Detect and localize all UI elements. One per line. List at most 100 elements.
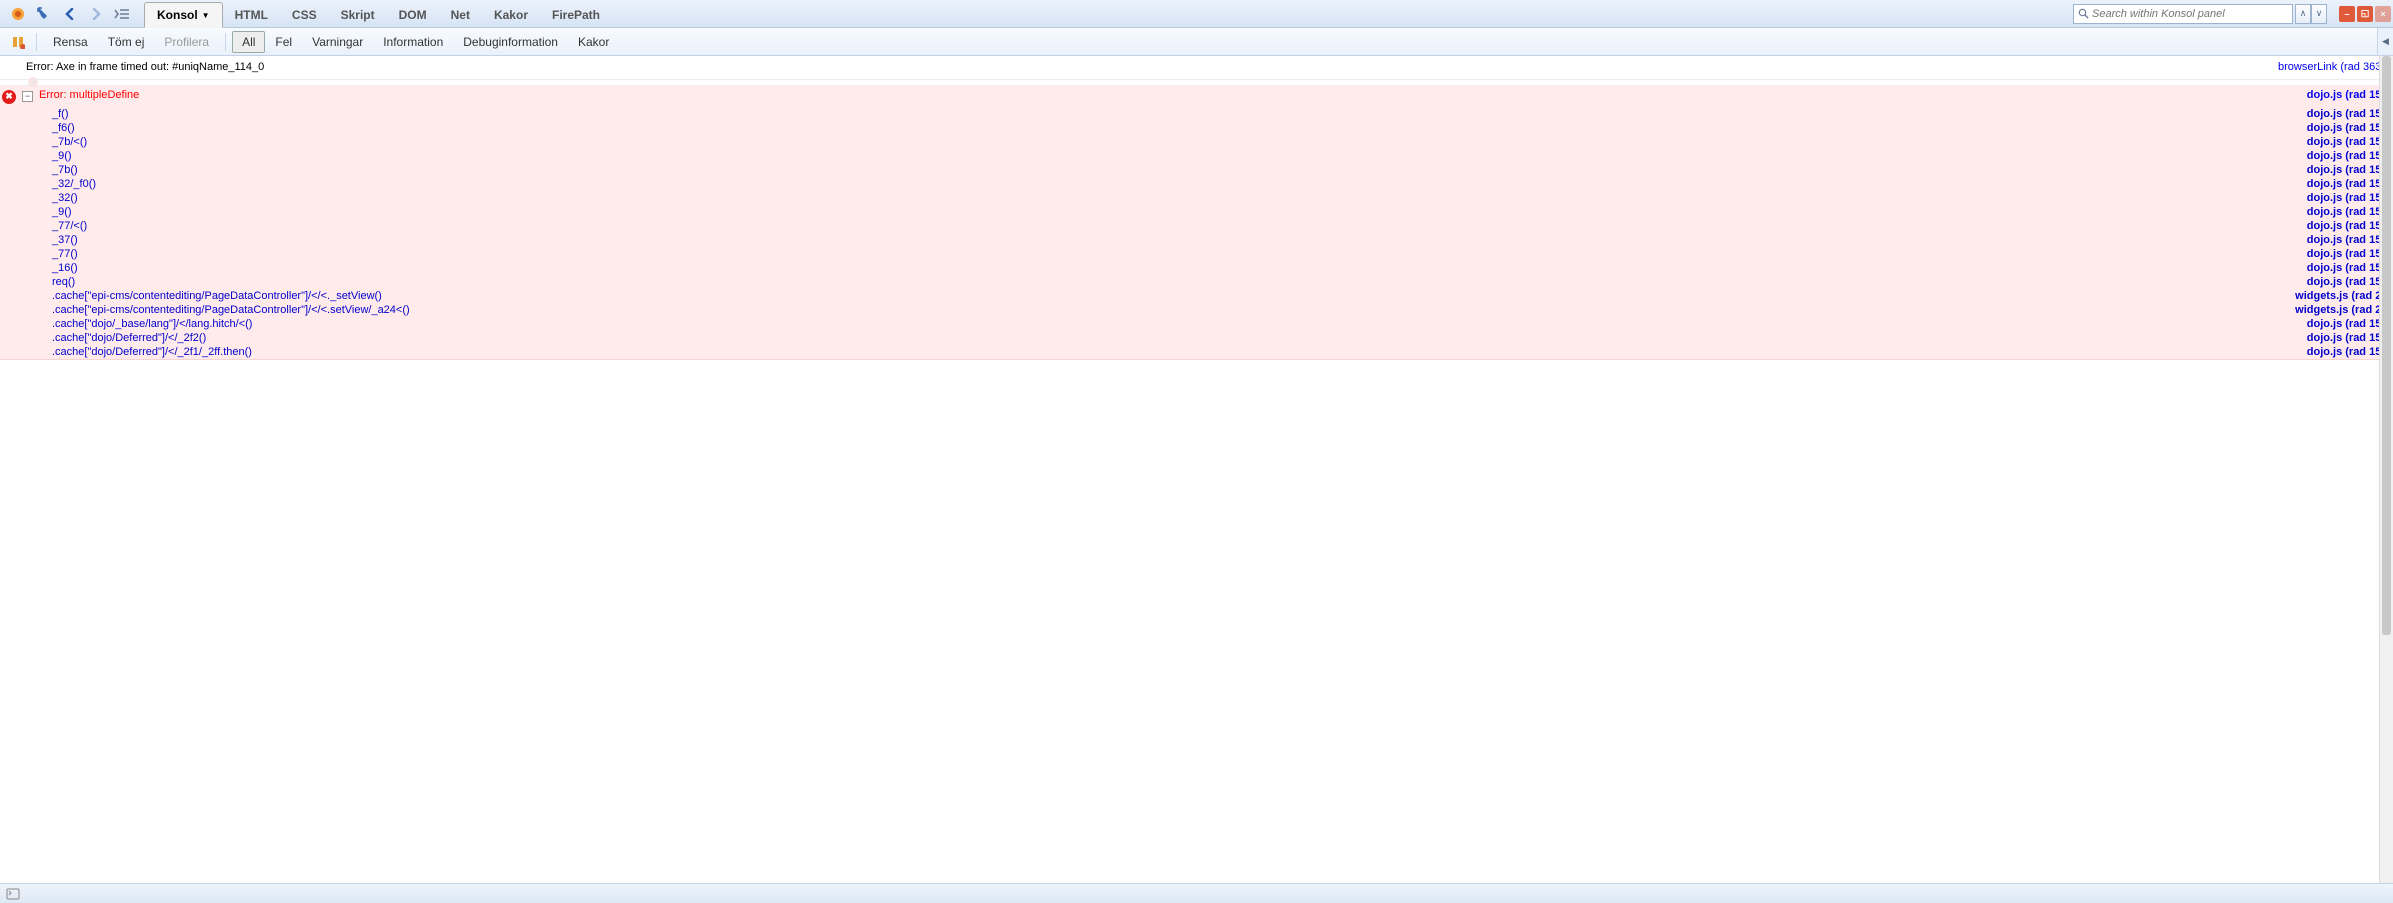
row-gutter bbox=[4, 59, 26, 76]
stack-function[interactable]: _37() bbox=[52, 234, 2295, 246]
scrollbar-thumb[interactable] bbox=[2382, 56, 2391, 635]
break-on-error-icon[interactable] bbox=[6, 30, 30, 54]
source-link[interactable]: dojo.js (rad 15) bbox=[2307, 89, 2385, 101]
error-message: Error: multipleDefine bbox=[39, 89, 2307, 101]
error-block: ✖ − Error: multipleDefine dojo.js (rad 1… bbox=[0, 86, 2393, 360]
stack-function[interactable]: _77/<() bbox=[52, 220, 2295, 232]
firebug-icon[interactable] bbox=[6, 2, 30, 26]
search-input[interactable] bbox=[2092, 8, 2288, 20]
source-link[interactable]: dojo.js (rad 15) bbox=[2295, 276, 2385, 288]
stack-frame: req()dojo.js (rad 15) bbox=[0, 275, 2393, 289]
source-link[interactable]: dojo.js (rad 15) bbox=[2295, 234, 2385, 246]
source-link[interactable]: dojo.js (rad 15) bbox=[2295, 122, 2385, 134]
tab-dom[interactable]: DOM bbox=[387, 3, 439, 27]
command-line-icon[interactable] bbox=[110, 2, 134, 26]
log-message-text: Error: Axe in frame timed out: #uniqName… bbox=[26, 59, 2266, 76]
stack-frame: .cache["epi-cms/contentediting/PageDataC… bbox=[0, 303, 2393, 317]
source-link[interactable]: dojo.js (rad 15) bbox=[2295, 108, 2385, 120]
inspect-icon[interactable] bbox=[32, 2, 56, 26]
stack-function[interactable]: _f6() bbox=[52, 122, 2295, 134]
stack-function[interactable]: _7b() bbox=[52, 164, 2295, 176]
filter-information[interactable]: Information bbox=[373, 31, 453, 53]
tab-html[interactable]: HTML bbox=[223, 3, 280, 27]
back-icon[interactable] bbox=[58, 2, 82, 26]
tab-skript[interactable]: Skript bbox=[329, 3, 387, 27]
error-icon: ✖ bbox=[2, 90, 16, 104]
minimize-button[interactable]: – bbox=[2339, 6, 2355, 22]
stack-trace: _f()dojo.js (rad 15)_f6()dojo.js (rad 15… bbox=[0, 107, 2393, 359]
search-nav: ∧ ∨ bbox=[2295, 4, 2327, 24]
stack-function[interactable]: _32() bbox=[52, 192, 2295, 204]
tab-css[interactable]: CSS bbox=[280, 3, 329, 27]
stack-frame: _32()dojo.js (rad 15) bbox=[0, 191, 2393, 205]
search-container: ∧ ∨ bbox=[2073, 4, 2327, 24]
tab-konsol[interactable]: Konsol ▼ bbox=[144, 2, 223, 28]
source-link[interactable]: dojo.js (rad 15) bbox=[2295, 262, 2385, 274]
stack-function[interactable]: _9() bbox=[52, 206, 2295, 218]
tab-net[interactable]: Net bbox=[439, 3, 482, 27]
stack-frame: _9()dojo.js (rad 15) bbox=[0, 149, 2393, 163]
log-message-row: Error: Axe in frame timed out: #uniqName… bbox=[0, 56, 2393, 80]
stack-function[interactable]: _7b/<() bbox=[52, 136, 2295, 148]
stack-frame: .cache["dojo/Deferred"]/</_2f2()dojo.js … bbox=[0, 331, 2393, 345]
source-link[interactable]: dojo.js (rad 15) bbox=[2295, 192, 2385, 204]
stack-function[interactable]: .cache["dojo/Deferred"]/</_2f2() bbox=[52, 332, 2295, 344]
stack-frame: _7b()dojo.js (rad 15) bbox=[0, 163, 2393, 177]
stack-function[interactable]: .cache["epi-cms/contentediting/PageDataC… bbox=[52, 304, 2283, 316]
stack-function[interactable]: .cache["dojo/_base/lang"]/</lang.hitch/<… bbox=[52, 318, 2295, 330]
source-link[interactable]: widgets.js (rad 2) bbox=[2283, 304, 2385, 316]
filter-kakor[interactable]: Kakor bbox=[568, 31, 619, 53]
source-link[interactable]: dojo.js (rad 15) bbox=[2295, 150, 2385, 162]
filter-tom-ej[interactable]: Töm ej bbox=[98, 31, 155, 53]
close-button[interactable]: × bbox=[2375, 6, 2391, 22]
filter-all[interactable]: All bbox=[232, 31, 265, 53]
filter-varningar[interactable]: Varningar bbox=[302, 31, 373, 53]
stack-frame: _9()dojo.js (rad 15) bbox=[0, 205, 2393, 219]
filter-rensa[interactable]: Rensa bbox=[43, 31, 98, 53]
stack-function[interactable]: req() bbox=[52, 276, 2295, 288]
stack-frame: .cache["epi-cms/contentediting/PageDataC… bbox=[0, 289, 2393, 303]
stack-function[interactable]: _32/_f0() bbox=[52, 178, 2295, 190]
search-next-button[interactable]: ∨ bbox=[2311, 4, 2327, 24]
source-link[interactable]: dojo.js (rad 15) bbox=[2295, 164, 2385, 176]
toolbar-overflow-button[interactable]: ◀ bbox=[2377, 28, 2393, 55]
stack-function[interactable]: _9() bbox=[52, 150, 2295, 162]
stack-frame: _f()dojo.js (rad 15) bbox=[0, 107, 2393, 121]
stack-function[interactable]: _77() bbox=[52, 248, 2295, 260]
source-link[interactable]: widgets.js (rad 2) bbox=[2283, 290, 2385, 302]
detach-button[interactable]: ◱ bbox=[2357, 6, 2373, 22]
filter-profilera[interactable]: Profilera bbox=[154, 31, 219, 53]
console-log-area: Error: Axe in frame timed out: #uniqName… bbox=[0, 56, 2393, 883]
collapse-toggle[interactable]: − bbox=[22, 91, 33, 102]
source-link[interactable]: dojo.js (rad 15) bbox=[2295, 136, 2385, 148]
source-link[interactable]: dojo.js (rad 15) bbox=[2295, 178, 2385, 190]
stack-frame: .cache["dojo/Deferred"]/</_2f1/_2ff.then… bbox=[0, 345, 2393, 359]
stack-function[interactable]: _f() bbox=[52, 108, 2295, 120]
stack-function[interactable]: _16() bbox=[52, 262, 2295, 274]
source-link[interactable]: dojo.js (rad 15) bbox=[2295, 206, 2385, 218]
source-link[interactable]: dojo.js (rad 15) bbox=[2295, 318, 2385, 330]
source-link[interactable]: dojo.js (rad 15) bbox=[2295, 332, 2385, 344]
stack-function[interactable]: .cache["epi-cms/contentediting/PageDataC… bbox=[52, 290, 2283, 302]
filter-debuginformation[interactable]: Debuginformation bbox=[453, 31, 568, 53]
source-link[interactable]: dojo.js (rad 15) bbox=[2295, 220, 2385, 232]
source-link[interactable]: dojo.js (rad 15) bbox=[2295, 346, 2385, 358]
source-link[interactable]: browserLink (rad 363) bbox=[2266, 59, 2385, 76]
main-toolbar: Konsol ▼ HTML CSS Skript DOM Net Kakor F… bbox=[0, 0, 2393, 28]
error-header: ✖ − Error: multipleDefine dojo.js (rad 1… bbox=[0, 86, 2393, 107]
dropdown-arrow-icon: ▼ bbox=[202, 11, 210, 20]
console-filter-toolbar: Rensa Töm ej Profilera All Fel Varningar… bbox=[0, 28, 2393, 56]
forward-icon[interactable] bbox=[84, 2, 108, 26]
marker-icon bbox=[28, 77, 38, 87]
search-prev-button[interactable]: ∧ bbox=[2295, 4, 2311, 24]
separator bbox=[225, 33, 226, 51]
vertical-scrollbar[interactable] bbox=[2379, 56, 2393, 883]
console-prompt-icon[interactable] bbox=[6, 888, 20, 900]
stack-function[interactable]: .cache["dojo/Deferred"]/</_2f1/_2ff.then… bbox=[52, 346, 2295, 358]
separator bbox=[36, 33, 37, 51]
source-link[interactable]: dojo.js (rad 15) bbox=[2295, 248, 2385, 260]
tab-kakor[interactable]: Kakor bbox=[482, 3, 540, 27]
filter-fel[interactable]: Fel bbox=[265, 31, 302, 53]
tab-firepath[interactable]: FirePath bbox=[540, 3, 612, 27]
search-box[interactable] bbox=[2073, 4, 2293, 24]
